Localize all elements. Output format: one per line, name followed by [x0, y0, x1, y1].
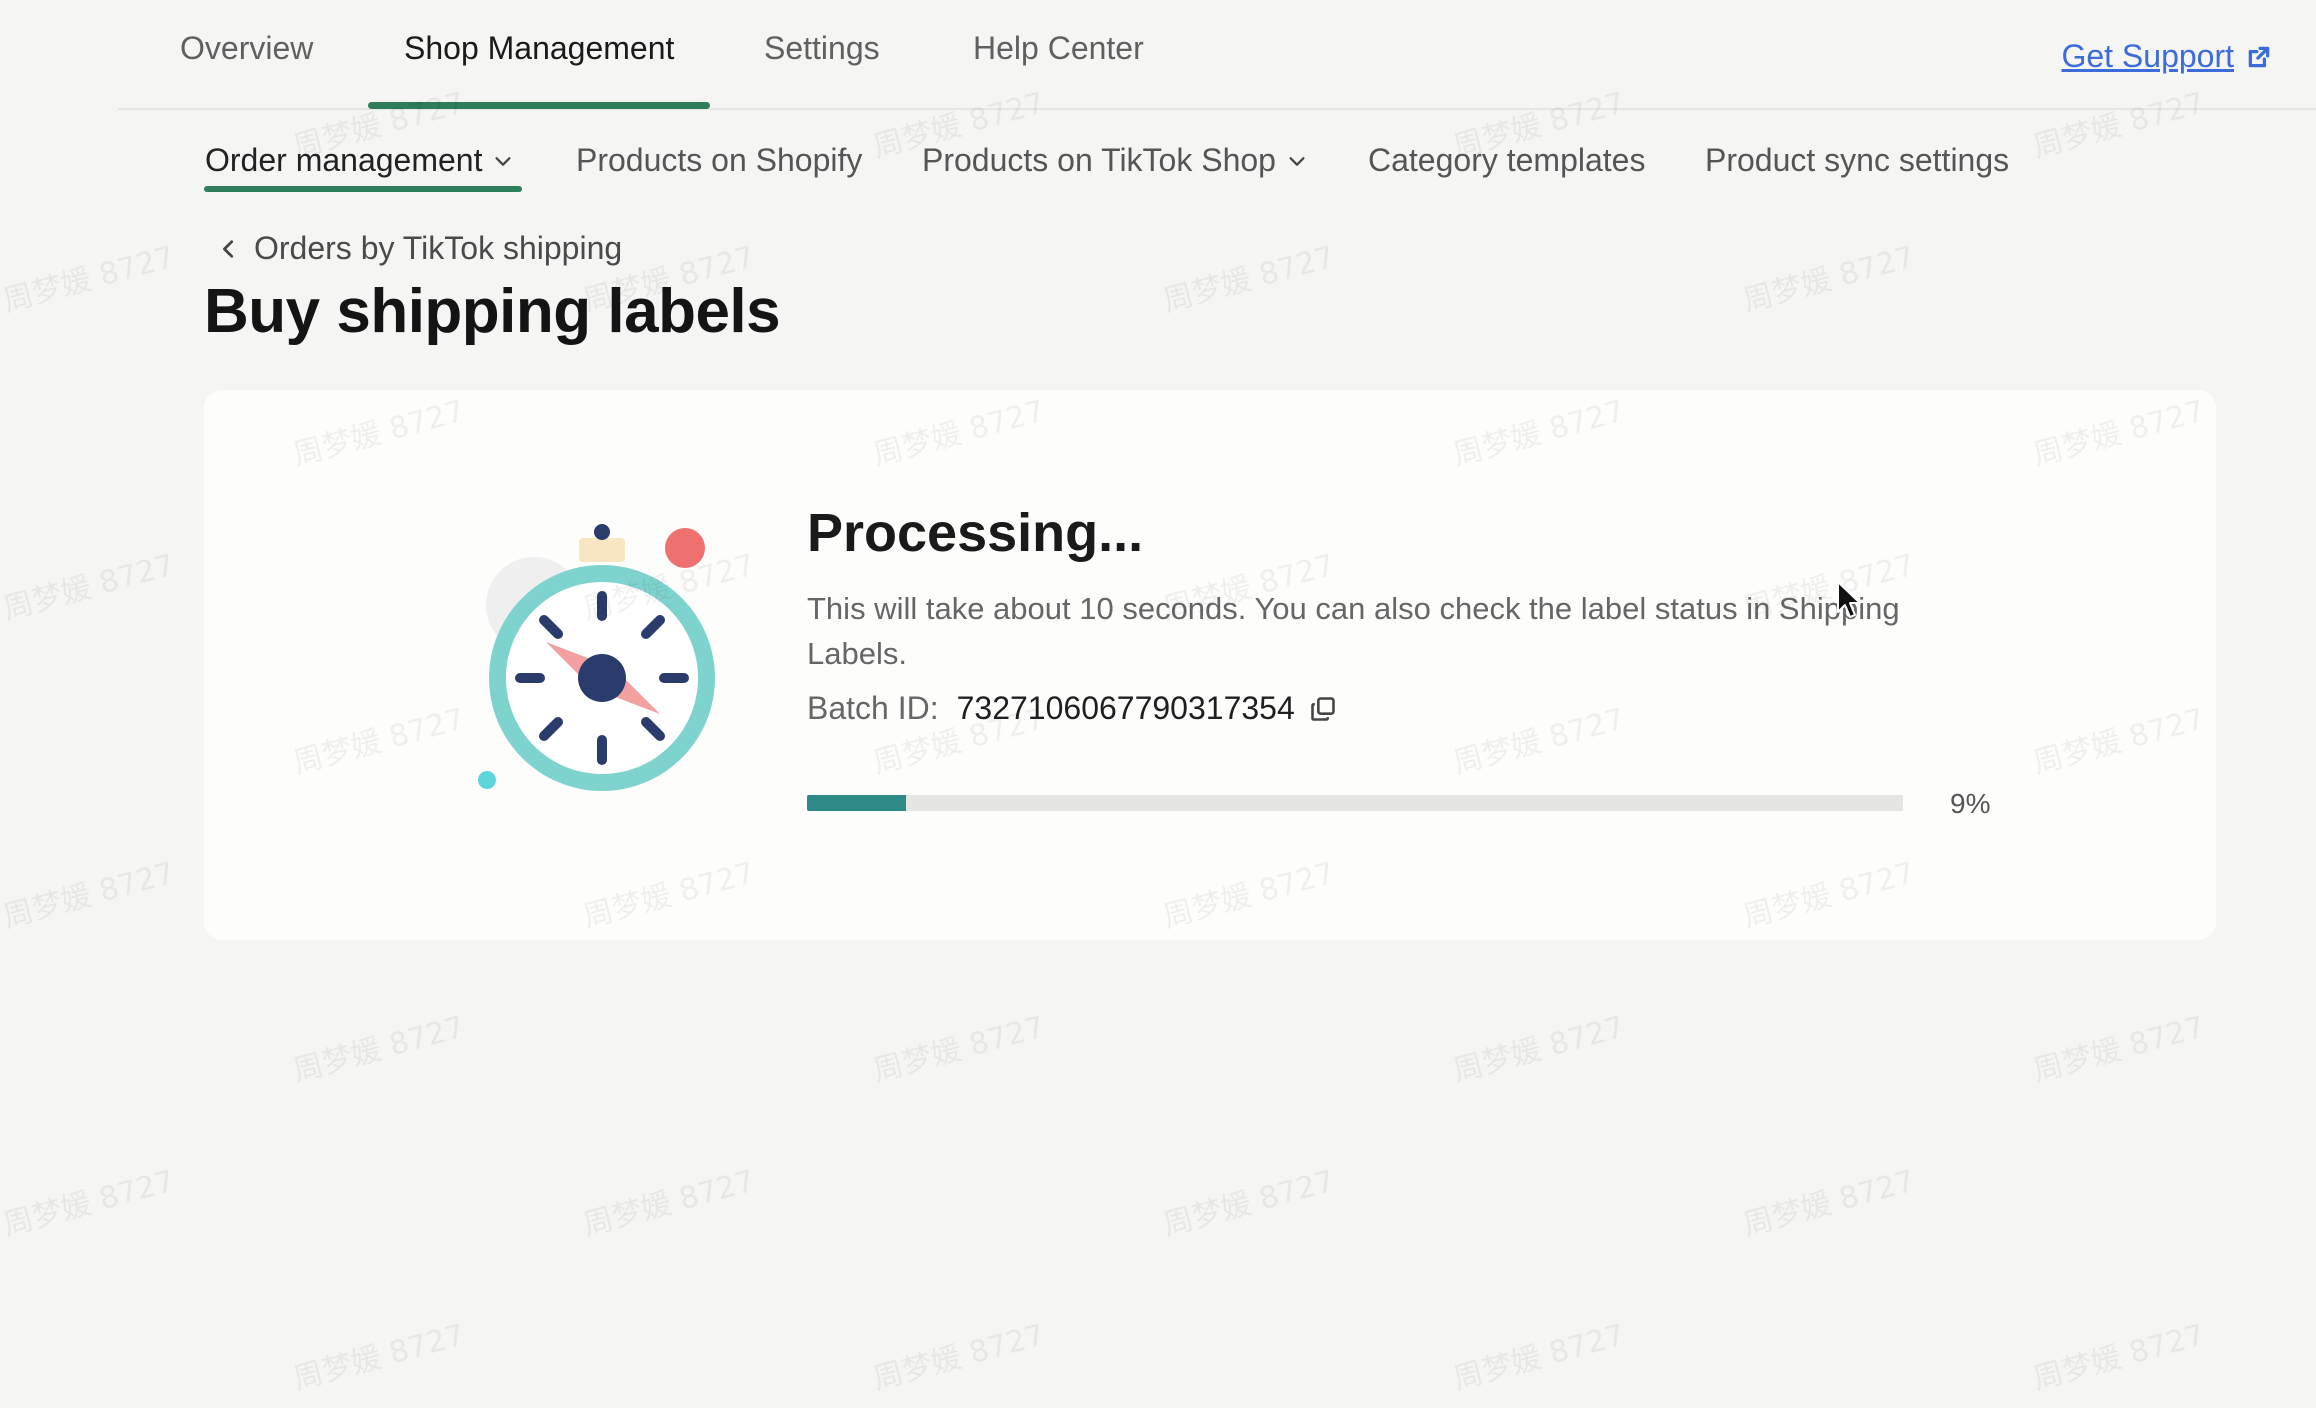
chevron-down-icon [495, 156, 512, 166]
active-tab-indicator [368, 102, 710, 109]
watermark-text: 周梦媛 8727 [1739, 239, 1919, 320]
mouse-cursor-icon [1837, 581, 1861, 618]
watermark-text: 周梦媛 8727 [869, 1009, 1049, 1090]
chevron-left-icon [223, 239, 234, 258]
active-subnav-indicator [204, 186, 522, 192]
watermark-text: 周梦媛 8727 [0, 547, 179, 628]
watermark-text: 周梦媛 8727 [1449, 1317, 1629, 1398]
watermark-text: 周梦媛 8727 [2029, 1317, 2209, 1398]
external-link-icon [2248, 46, 2270, 67]
watermark-text: 周梦媛 8727 [1739, 1163, 1919, 1244]
watermark-text: 周梦媛 8727 [289, 1317, 469, 1398]
tab-shop-management[interactable]: Shop Management [404, 30, 674, 67]
stopwatch-illustration-icon [478, 524, 715, 791]
subnav-products-on-shopify-label: Products on Shopify [576, 142, 863, 178]
batch-id-value: 7327106067790317354 [956, 690, 1295, 726]
watermark-text: 周梦媛 8727 [0, 239, 179, 320]
batch-id-row: Batch ID: 7327106067790317354 [807, 690, 1337, 727]
top-nav: Overview Shop Management Settings Help C… [118, 0, 2316, 110]
subnav-order-management-label: Order management [205, 142, 483, 178]
watermark-text: 周梦媛 8727 [2029, 1009, 2209, 1090]
progress-bar-fill [807, 795, 906, 811]
subnav-category-templates-label: Category templates [1368, 142, 1646, 178]
watermark-text: 周梦媛 8727 [0, 1163, 179, 1244]
tab-help-center[interactable]: Help Center [973, 30, 1144, 67]
chevron-down-icon [1289, 156, 1305, 166]
get-support-link[interactable]: Get Support [2061, 38, 2272, 75]
subnav-product-sync-settings[interactable]: Product sync settings [1705, 142, 2009, 179]
tab-settings[interactable]: Settings [764, 30, 880, 67]
copy-icon[interactable] [1309, 695, 1337, 723]
subnav-category-templates[interactable]: Category templates [1368, 142, 1645, 179]
breadcrumb-back-link[interactable]: Orders by TikTok shipping [218, 230, 622, 267]
watermark-text: 周梦媛 8727 [1449, 1009, 1629, 1090]
watermark-text: 周梦媛 8727 [289, 1009, 469, 1090]
batch-id-label: Batch ID: [807, 690, 939, 726]
watermark-text: 周梦媛 8727 [869, 1317, 1049, 1398]
processing-title: Processing... [807, 503, 1144, 563]
subnav-products-on-tiktok-shop[interactable]: Products on TikTok Shop [922, 142, 1308, 179]
progress-percent: 9% [1950, 788, 1991, 819]
progress-bar [807, 795, 1903, 811]
processing-card: Processing... This will take about 10 se… [204, 390, 2216, 940]
page-title: Buy shipping labels [204, 277, 781, 346]
watermark-text: 周梦媛 8727 [1159, 1163, 1339, 1244]
watermark-text: 周梦媛 8727 [0, 855, 179, 936]
watermark-text: 周梦媛 8727 [579, 1163, 759, 1244]
subnav-order-management[interactable]: Order management [205, 142, 514, 179]
subnav-product-sync-settings-label: Product sync settings [1705, 142, 2010, 178]
processing-description: This will take about 10 seconds. You can… [807, 591, 1900, 671]
watermark-text: 周梦媛 8727 [1159, 239, 1339, 320]
tab-overview[interactable]: Overview [180, 30, 313, 67]
get-support-label: Get Support [2061, 38, 2234, 74]
breadcrumb-label: Orders by TikTok shipping [254, 230, 623, 266]
subnav-products-on-shopify[interactable]: Products on Shopify [576, 142, 862, 179]
subnav-products-on-tiktok-shop-label: Products on TikTok Shop [922, 142, 1276, 178]
sub-nav: Order management Products on Shopify Pro… [0, 136, 2316, 196]
